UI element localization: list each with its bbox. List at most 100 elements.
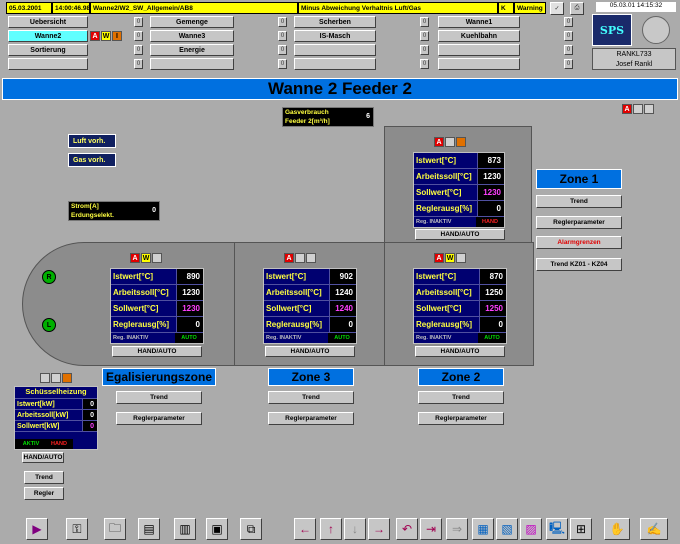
zone2-handauto-button[interactable]: HAND/AUTO [415, 346, 505, 357]
monitor-check-icon[interactable]: ▧ [496, 518, 518, 540]
zone2-soll[interactable]: 1250 [480, 301, 506, 316]
nav-empty-5[interactable] [294, 58, 376, 70]
nav-empty-1-small[interactable]: 0 [420, 45, 429, 55]
zone3-trend-button[interactable]: Trend [268, 391, 354, 404]
chart-icon[interactable]: ▥ [174, 518, 196, 540]
nav-wanne2-small[interactable]: 0 [134, 31, 143, 41]
zone1-handauto-button[interactable]: HAND/AUTO [415, 229, 505, 240]
computer-icon[interactable]: 🖳 [546, 518, 568, 540]
zone2-trend-button[interactable]: Trend [418, 391, 504, 404]
document-icon[interactable]: ▤ [138, 518, 160, 540]
nav-empty-1[interactable] [294, 44, 376, 56]
nav-kuehlbahn[interactable]: Kuehlbahn [438, 30, 520, 42]
copy-icon[interactable]: ⧉ [240, 518, 262, 540]
zone1-reglerparameter-button[interactable]: Reglerparameter [536, 216, 622, 229]
strom-display: Strom[A] Erdungselekt. 0 [68, 201, 160, 221]
arrow-left-icon[interactable]: ← [294, 518, 316, 540]
zone1-trend-button[interactable]: Trend [536, 195, 622, 208]
zone3-soll[interactable]: 1240 [330, 301, 356, 316]
egal-handauto-button[interactable]: HAND/AUTO [112, 346, 202, 357]
nav-empty-6[interactable] [438, 58, 520, 70]
zone1-soll[interactable]: 1230 [478, 185, 504, 200]
zone2-arb-row: Arbeitssoll[°C] 1250 [414, 285, 506, 301]
zone2-reglerparameter-button[interactable]: Reglerparameter [418, 412, 504, 425]
nav-empty-4[interactable] [150, 58, 234, 70]
divider [234, 242, 235, 366]
nav-sortierung-small[interactable]: 0 [134, 45, 143, 55]
nav-kuehlbahn-small[interactable]: 0 [564, 31, 573, 41]
schuessel-title: Schüsselheizung [15, 387, 97, 399]
nav-wanne3-small[interactable]: 0 [278, 31, 287, 41]
nav-uebersicht[interactable]: Uebersicht [8, 16, 88, 28]
schuessel-ist-row: Istwert[kW] 0 [15, 399, 97, 410]
signature-icon[interactable]: ✍ [640, 518, 668, 540]
zone1-arb-row: Arbeitssoll[°C] 1230 [414, 169, 504, 185]
nav-empty-2[interactable] [438, 44, 520, 56]
nav-sortierung[interactable]: Sortierung [8, 44, 88, 56]
schuessel-soll[interactable]: 0 [83, 421, 97, 431]
key-icon[interactable]: ⚿ [66, 518, 88, 540]
egal-soll[interactable]: 1230 [177, 301, 203, 316]
nav-wanne1[interactable]: Wanne1 [438, 16, 520, 28]
nav-gemenge[interactable]: Gemenge [150, 16, 234, 28]
nav-scherben-small[interactable]: 0 [420, 17, 429, 27]
handshake-icon[interactable]: ✋ [604, 518, 630, 540]
folder-icon[interactable]: 🗀 [104, 518, 126, 540]
zone2-label: Zone 2 [418, 368, 504, 386]
play-icon[interactable]: ▶ [26, 518, 48, 540]
zone2-regler-row: Reglerausg[%] 0 [414, 317, 506, 333]
nav-wanne1-small[interactable]: 0 [564, 17, 573, 27]
nav-empty-2-small[interactable]: 0 [564, 45, 573, 55]
analog-clock-icon [642, 16, 670, 44]
zone3-reglerparameter-button[interactable]: Reglerparameter [268, 412, 354, 425]
schuessel-regler-button[interactable]: Regler [24, 487, 64, 500]
nav-uebersicht-small[interactable]: 0 [134, 17, 143, 27]
nav-energie-small[interactable]: 0 [278, 45, 287, 55]
alarm-date: 05.03.2001 [6, 2, 52, 14]
strom-label1: Strom[A] [71, 203, 99, 210]
schuessel-trend-button[interactable]: Trend [24, 471, 64, 484]
nav-empty-6-small[interactable]: 0 [564, 59, 573, 69]
alarmgrenzen-button[interactable]: Alarmgrenzen [536, 236, 622, 249]
arb-label: Arbeitssoll[kW] [15, 410, 83, 420]
schuessel-handauto-button[interactable]: HAND/AUTO [22, 452, 64, 463]
window-icon[interactable]: ▣ [206, 518, 228, 540]
monitor-icon[interactable]: ▦ [472, 518, 494, 540]
forward-disabled-icon[interactable]: ⇒ [446, 518, 468, 540]
egal-reglerparameter-button[interactable]: Reglerparameter [116, 412, 202, 425]
arrow-up-icon[interactable]: ↑ [320, 518, 342, 540]
trend-kz-button[interactable]: Trend KZ01 - KZ04 [536, 258, 622, 271]
zone3-indicators: A [284, 253, 316, 263]
nav-empty-4-small[interactable]: 0 [278, 59, 287, 69]
egal-arb-row: Arbeitssoll[°C] 1230 [111, 285, 203, 301]
user-id: RANKL733 [616, 51, 652, 58]
network-icon[interactable]: ⊞ [570, 518, 592, 540]
egal-trend-button[interactable]: Trend [116, 391, 202, 404]
arrow-down-icon[interactable]: ↓ [344, 518, 366, 540]
nav-energie[interactable]: Energie [150, 44, 234, 56]
nav-is-masch-small[interactable]: 0 [420, 31, 429, 41]
nav-is-masch[interactable]: IS-Masch [294, 30, 376, 42]
nav-empty-3-small[interactable]: 0 [134, 59, 143, 69]
print-icon[interactable]: ⎙ [570, 2, 584, 15]
forward-icon[interactable]: ⇥ [420, 518, 442, 540]
zone2-soll-row: Sollwert[°C] 1250 [414, 301, 506, 317]
nav-wanne3[interactable]: Wanne3 [150, 30, 234, 42]
nav-empty-5-small[interactable]: 0 [420, 59, 429, 69]
nav-empty-3[interactable] [8, 58, 88, 70]
acknowledge-button[interactable]: ✓ [550, 2, 564, 15]
nav-gemenge-small[interactable]: 0 [278, 17, 287, 27]
soll-label: Sollwert[°C] [414, 301, 480, 316]
user-box: RANKL733 Josef Rankl [592, 48, 676, 70]
nav-wanne2[interactable]: Wanne2 [8, 30, 88, 42]
monitor-alert-icon[interactable]: ▨ [520, 518, 542, 540]
nav-scherben[interactable]: Scherben [294, 16, 376, 28]
soll-label: Sollwert[°C] [414, 185, 478, 200]
undo-icon[interactable]: ↶ [396, 518, 418, 540]
ist-label: Istwert[°C] [414, 269, 480, 284]
zone3-handauto-button[interactable]: HAND/AUTO [265, 346, 355, 357]
egal-arb: 1230 [177, 285, 203, 300]
egal-regler: 0 [177, 317, 203, 332]
arrow-right-icon[interactable]: → [368, 518, 390, 540]
schuessel-ist: 0 [83, 399, 97, 409]
